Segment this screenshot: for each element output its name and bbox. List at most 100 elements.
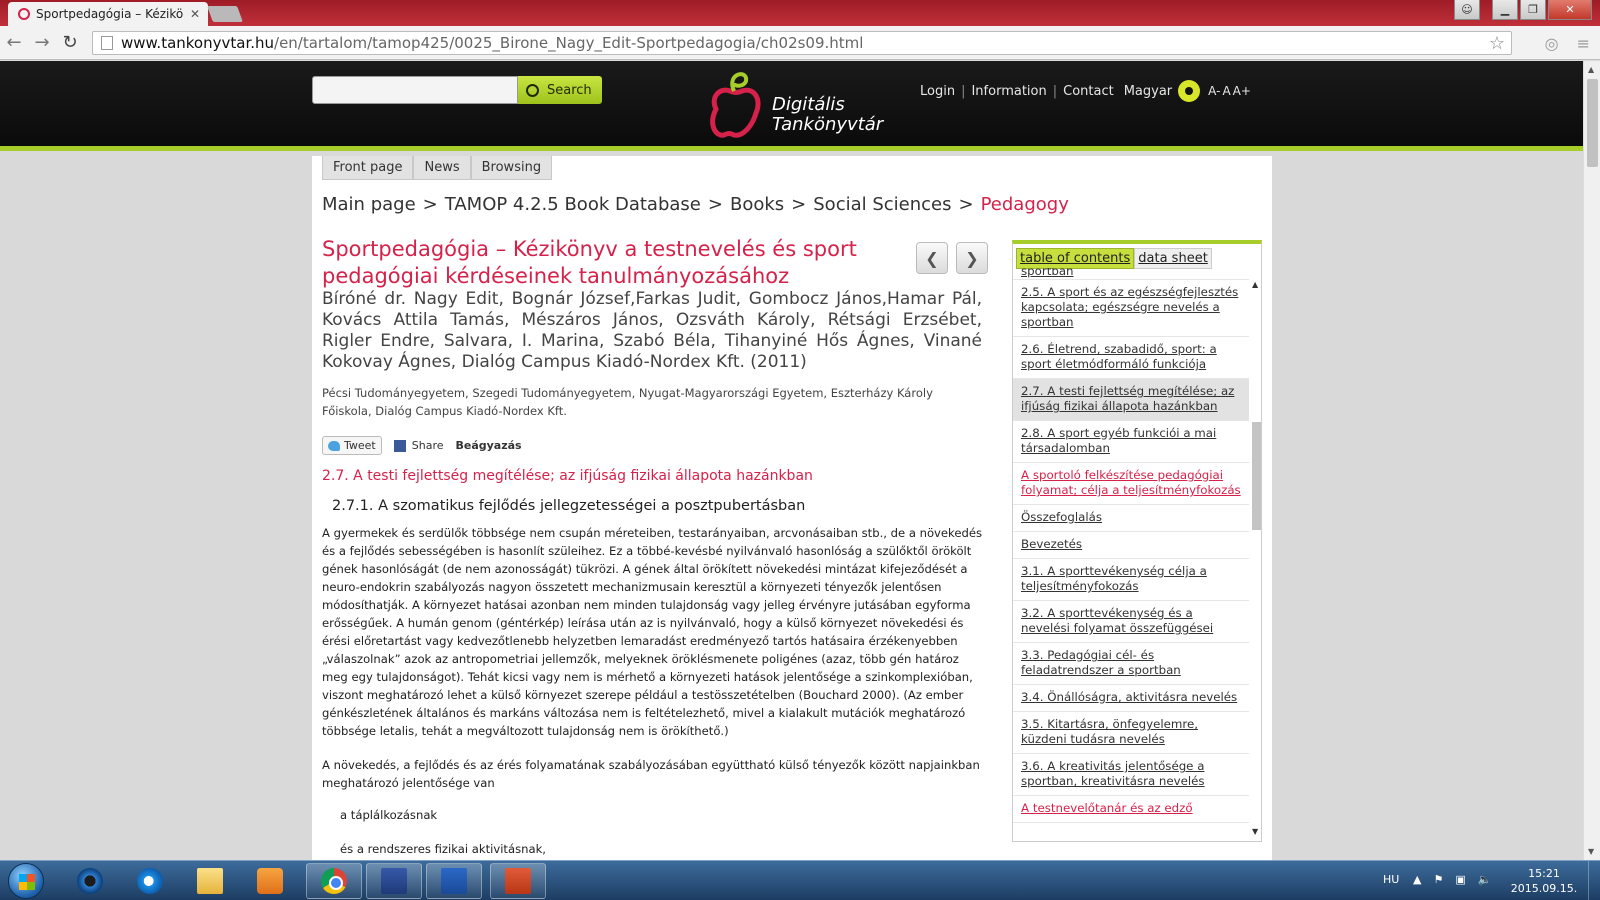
toc-item[interactable]: 3.2. A sporttevékenység és a nevelési fo… (1013, 601, 1249, 643)
embed-link[interactable]: Beágyazás (456, 439, 522, 452)
toc-scroll-down-icon[interactable]: ▼ (1252, 827, 1258, 836)
input-language[interactable]: HU (1383, 873, 1399, 886)
scroll-down-arrow-icon[interactable]: ▼ (1588, 847, 1594, 856)
toc-item[interactable]: 2.6. Életrend, szabadidő, sport: a sport… (1013, 337, 1249, 379)
address-bar[interactable]: www.tankonyvtar.hu /en/tartalom/tamop425… (92, 31, 1512, 55)
toc-item[interactable]: Összefoglalás (1013, 505, 1249, 532)
taskbar-app-word[interactable] (426, 863, 482, 899)
start-button[interactable] (8, 863, 44, 899)
toc-item[interactable]: 2.8. A sport egyéb funkciói a mai társad… (1013, 421, 1249, 463)
breadcrumb-pedagogy[interactable]: Pedagogy (981, 194, 1069, 215)
subsection-title: 2.7.1. A szomatikus fejlődés jellegzetes… (332, 498, 806, 514)
nav-login[interactable]: Login (920, 84, 955, 99)
next-chapter-button[interactable]: ❯ (956, 242, 988, 274)
page-scrollbar[interactable]: ▲ ▼ (1583, 61, 1600, 860)
body-paragraph-2: A növekedés, a fejlődés és az érés folya… (322, 758, 980, 790)
previous-chapter-button[interactable]: ❮ (916, 242, 948, 274)
breadcrumb-social-sciences[interactable]: Social Sciences (813, 194, 951, 215)
toc-item-chapter[interactable]: A testnevelőtanár és az edző (1013, 796, 1249, 823)
toc-item[interactable]: 2.5. A sport és az egészségfejlesztés ka… (1013, 280, 1249, 337)
browser-tab-active[interactable]: Sportpedagógia – Kézikö ✕ (8, 2, 208, 26)
taskbar-app-chrome[interactable] (306, 863, 362, 899)
reload-icon[interactable]: ↻ (56, 32, 84, 53)
share-button[interactable]: Share (412, 439, 444, 452)
list-item: és a rendszeres fizikai aktivitásnak, (340, 842, 546, 856)
page-scrollbar-thumb[interactable] (1587, 79, 1598, 167)
nav-separator: | (1052, 83, 1058, 99)
breadcrumb-separator: > (707, 194, 723, 215)
url-host: www.tankonyvtar.hu (121, 34, 275, 52)
browser-toolbar: ← → ↻ www.tankonyvtar.hu /en/tartalom/ta… (0, 26, 1600, 60)
minimize-button[interactable]: ▁ (1492, 0, 1518, 20)
search-button[interactable]: Search (518, 76, 602, 104)
book-title: Sportpedagógia – Kézikönyv a testnevelés… (322, 237, 857, 288)
tab-front-page[interactable]: Front page (322, 156, 414, 180)
toc-item[interactable]: 3.1. A sporttevékenység célja a teljesít… (1013, 559, 1249, 601)
twitter-bird-icon (328, 440, 340, 451)
toc-item[interactable]: 3.4. Önállóságra, aktivitásra nevelés (1013, 685, 1249, 712)
font-size-decrease[interactable]: A- (1208, 84, 1220, 98)
toc-item[interactable]: Bevezetés (1013, 532, 1249, 559)
breadcrumb-books[interactable]: Books (730, 194, 784, 215)
nav-contact[interactable]: Contact (1063, 84, 1114, 99)
search-icon (526, 83, 539, 97)
breadcrumb-main-page[interactable]: Main page (322, 194, 416, 215)
toc-item[interactable]: 3.3. Pedagógiai cél- és feladatrendszer … (1013, 643, 1249, 685)
toc-item-current[interactable]: 2.7. A testi fejlettség megítélése; az i… (1013, 379, 1249, 421)
page-icon (101, 36, 113, 50)
search-input[interactable] (312, 76, 518, 104)
ccleaner-icon (77, 868, 103, 894)
show-hidden-icons-icon[interactable]: ▲ (1413, 873, 1421, 886)
language-switch[interactable]: Magyar (1124, 84, 1172, 99)
taskbar-app-ccleaner[interactable] (62, 863, 118, 899)
close-window-button[interactable]: ✕ (1548, 0, 1592, 20)
toc-item[interactable]: sportban (1013, 268, 1249, 280)
toc-item[interactable]: 3.5. Kitartásra, önfegyelemre, küzdeni t… (1013, 712, 1249, 754)
font-size-normal[interactable]: A (1222, 84, 1230, 98)
scroll-up-arrow-icon[interactable]: ▲ (1588, 65, 1594, 74)
browser-tab-title: Sportpedagógia – Kézikö (36, 7, 184, 21)
tab-table-of-contents[interactable]: table of contents (1016, 248, 1135, 269)
tab-news[interactable]: News (413, 156, 471, 180)
toc-scrollbar-thumb[interactable] (1252, 422, 1261, 530)
toc-item[interactable]: 3.6. A kreativitás jelentősége a sportba… (1013, 754, 1249, 796)
tweet-button[interactable]: Tweet (322, 436, 382, 455)
taskbar-app-media-player[interactable] (242, 863, 298, 899)
social-share-bar: Tweet Share Beágyazás (322, 436, 522, 455)
toc-item-chapter[interactable]: A sportoló felkészítése pedagógiai folya… (1013, 463, 1249, 505)
toc-scrollbar[interactable]: ▲ ▼ (1250, 270, 1261, 840)
back-arrow-icon[interactable]: ← (0, 32, 28, 53)
book-publishers: Pécsi Tudományegyetem, Szegedi Tudománye… (322, 386, 933, 418)
breadcrumb-tamop[interactable]: TAMOP 4.2.5 Book Database (445, 194, 701, 215)
network-icon[interactable]: ▣ (1455, 873, 1465, 886)
menu-icon[interactable]: ≡ (1577, 34, 1590, 53)
breadcrumb-separator: > (791, 194, 807, 215)
toc-scroll-up-icon[interactable]: ▲ (1252, 280, 1258, 289)
facebook-icon[interactable] (393, 439, 406, 452)
show-desktop-button[interactable] (1588, 861, 1600, 900)
font-size-increase[interactable]: A+ (1233, 84, 1251, 98)
new-tab-button[interactable] (207, 6, 243, 22)
extension-icon[interactable]: ◎ (1545, 34, 1559, 53)
forward-arrow-icon[interactable]: → (28, 32, 56, 53)
breadcrumb-separator: > (422, 194, 438, 215)
word-icon (441, 868, 467, 894)
tab-close-icon[interactable]: ✕ (190, 7, 200, 21)
nav-information[interactable]: Information (971, 84, 1046, 99)
taskbar-app-save[interactable] (366, 863, 422, 899)
taskbar-app-internet-explorer[interactable] (122, 863, 178, 899)
tab-data-sheet[interactable]: data sheet (1134, 248, 1212, 269)
top-navigation: Login | Information | Contact Magyar A- … (920, 80, 1251, 102)
tab-browsing[interactable]: Browsing (470, 156, 553, 180)
accessibility-icon[interactable] (1178, 80, 1201, 102)
volume-icon[interactable]: 🔈 (1478, 873, 1492, 886)
tweet-label: Tweet (344, 439, 376, 452)
maximize-button[interactable]: ❐ (1520, 0, 1546, 20)
taskbar-app-powerpoint[interactable] (490, 863, 546, 899)
bookmark-star-icon[interactable]: ☆ (1489, 33, 1505, 54)
system-clock[interactable]: 15:21 2015.09.15. (1508, 866, 1580, 896)
taskbar-app-explorer[interactable] (182, 863, 238, 899)
logo-line-1: Digitális (772, 94, 845, 115)
user-profile-icon[interactable]: ☺ (1454, 0, 1480, 20)
action-center-flag-icon[interactable]: ⚑ (1433, 873, 1443, 886)
